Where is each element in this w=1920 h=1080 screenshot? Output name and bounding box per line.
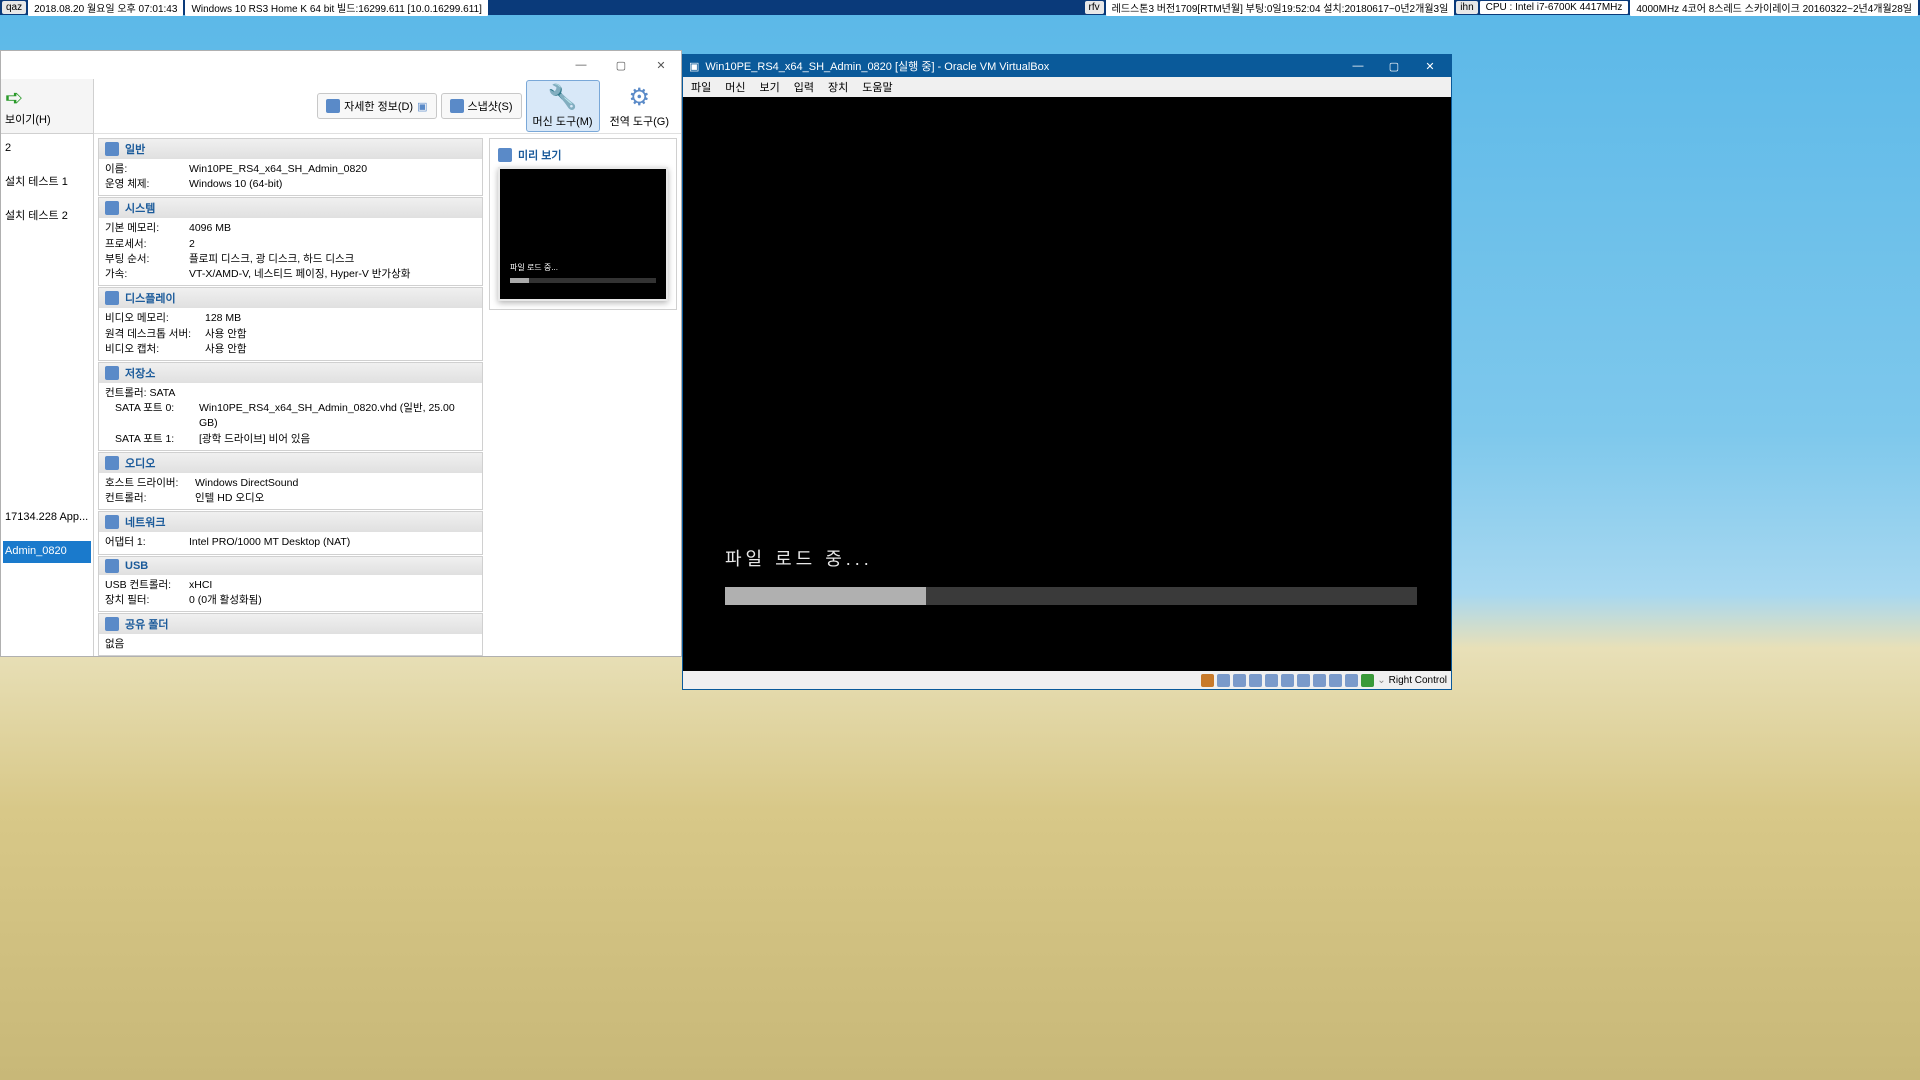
maximize-button[interactable]: ▢: [607, 55, 635, 75]
boot-loading-text: 파일 로드 중...: [725, 545, 873, 571]
sidebar-item[interactable]: 2: [3, 138, 91, 160]
tag-qaz: qaz: [2, 1, 26, 14]
tag-rfv: rfv: [1085, 1, 1104, 14]
status-network-icon[interactable]: [1249, 674, 1262, 687]
vm-guest-screen[interactable]: 파일 로드 중...: [683, 97, 1451, 671]
arrow-icon: ➪: [5, 85, 89, 111]
sliders-icon: ⚙: [629, 83, 651, 112]
section-usb: USB USB 컨트롤러:xHCI 장치 필터:0 (0개 활성화됨): [98, 556, 483, 612]
preview-thumbnail[interactable]: 파일 로드 중...: [498, 167, 668, 301]
vm-running-window: ▣ Win10PE_RS4_x64_SH_Admin_0820 [실행 중] -…: [682, 54, 1452, 690]
status-display-icon[interactable]: [1297, 674, 1310, 687]
uptime-box: 레드스톤3 버전1709[RTM년월] 부팅:0일19:52:04 설치:201…: [1106, 0, 1455, 16]
menu-input[interactable]: 입력: [794, 79, 814, 95]
wrench-icon: 🔧: [548, 83, 578, 112]
section-storage: 저장소 컨트롤러: SATA SATA 포트 0:Win10PE_RS4_x64…: [98, 362, 483, 451]
status-audio-icon[interactable]: [1233, 674, 1246, 687]
display-icon: [105, 291, 119, 305]
general-icon: [105, 142, 119, 156]
close-button[interactable]: ✕: [647, 55, 675, 75]
desktop-info-bar: qaz 2018.08.20 월요일 오후 07:01:43 Windows 1…: [0, 0, 1920, 15]
vbm-toolbar: 자세한 정보(D)▣ 스냅샷(S) 🔧머신 도구(M) ⚙전역 도구(G): [94, 79, 681, 134]
status-hdd-icon[interactable]: [1201, 674, 1214, 687]
menu-devices[interactable]: 장치: [828, 79, 848, 95]
vm-menubar: 파일 머신 보기 입력 장치 도움말: [683, 77, 1451, 97]
detail-info-button[interactable]: 자세한 정보(D)▣: [317, 93, 436, 119]
vm-title-text: Win10PE_RS4_x64_SH_Admin_0820 [실행 중] - O…: [705, 58, 1049, 74]
menu-machine[interactable]: 머신: [725, 79, 745, 95]
os-box: Windows 10 RS3 Home K 64 bit 빌드:16299.61…: [185, 0, 487, 16]
status-usb-icon[interactable]: [1265, 674, 1278, 687]
minimize-button[interactable]: —: [567, 55, 595, 75]
section-display: 디스플레이 비디오 메모리:128 MB 원격 데스크톱 서버:사용 안함 비디…: [98, 287, 483, 361]
info-icon: [326, 99, 340, 113]
cpu-detail-box: 4000MHz 4코어 8스레드 스카이레이크 20160322~2년4개월28…: [1630, 0, 1918, 16]
menu-view[interactable]: 보기: [760, 79, 780, 95]
cpu-box: CPU : Intel i7-6700K 4417MHz: [1480, 1, 1629, 14]
camera-icon: [450, 99, 464, 113]
status-optical-icon[interactable]: [1217, 674, 1230, 687]
storage-icon: [105, 366, 119, 380]
vm-minimize-button[interactable]: —: [1343, 60, 1373, 72]
status-shared-icon[interactable]: [1281, 674, 1294, 687]
chip-icon: [105, 201, 119, 215]
usb-icon: [105, 559, 119, 573]
vm-statusbar: ⌄ Right Control: [683, 671, 1451, 689]
vm-sidebar: ➪ 보이기(H) 2 설치 테스트 1 설치 테스트 2 17134.228 A…: [1, 79, 94, 656]
section-system: 시스템 기본 메모리:4096 MB 프로세서:2 부팅 순서:플로피 디스크,…: [98, 197, 483, 286]
machine-tools-button[interactable]: 🔧머신 도구(M): [526, 80, 600, 132]
host-key-label: Right Control: [1389, 675, 1447, 686]
status-cpu-icon[interactable]: [1329, 674, 1342, 687]
boot-progress-fill: [725, 587, 926, 605]
section-shared-folders: 공유 폴더 없음: [98, 613, 483, 656]
sidebar-item[interactable]: 설치 테스트 2: [3, 206, 91, 228]
menu-file[interactable]: 파일: [691, 79, 711, 95]
status-recording-icon[interactable]: [1313, 674, 1326, 687]
folder-icon: [105, 617, 119, 631]
section-general: 일반 이름:Win10PE_RS4_x64_SH_Admin_0820 운영 체…: [98, 138, 483, 196]
show-menu[interactable]: ➪ 보이기(H): [1, 79, 93, 134]
status-keyboard-icon[interactable]: [1361, 674, 1374, 687]
global-tools-button[interactable]: ⚙전역 도구(G): [604, 81, 675, 131]
network-icon: [105, 515, 119, 529]
vm-titlebar[interactable]: ▣ Win10PE_RS4_x64_SH_Admin_0820 [실행 중] -…: [683, 55, 1451, 77]
sidebar-item[interactable]: 17134.228 App...: [3, 507, 91, 529]
sidebar-item-selected[interactable]: Admin_0820: [3, 541, 91, 563]
section-audio: 오디오 호스트 드라이버:Windows DirectSound 컨트롤러:인텔…: [98, 452, 483, 510]
tag-ihn: ihn: [1456, 1, 1477, 14]
virtualbox-manager-window: — ▢ ✕ ➪ 보이기(H) 2 설치 테스트 1 설치 테스트 2 17134…: [0, 50, 682, 657]
vbm-titlebar[interactable]: — ▢ ✕: [1, 51, 681, 79]
boot-progress-bar: [725, 587, 1417, 605]
clock-box: 2018.08.20 월요일 오후 07:01:43: [28, 0, 183, 16]
audio-icon: [105, 456, 119, 470]
menu-help[interactable]: 도움말: [862, 79, 892, 95]
preview-icon: [498, 148, 512, 162]
status-mouse-icon[interactable]: [1345, 674, 1358, 687]
vm-close-button[interactable]: ✕: [1415, 60, 1445, 73]
vbox-icon: ▣: [689, 60, 699, 73]
snapshot-button[interactable]: 스냅샷(S): [441, 93, 522, 119]
vm-maximize-button[interactable]: ▢: [1379, 60, 1409, 73]
preview-panel: 미리 보기 파일 로드 중...: [489, 138, 677, 310]
sidebar-item[interactable]: 설치 테스트 1: [3, 172, 91, 194]
section-network: 네트워크 어댑터 1:Intel PRO/1000 MT Desktop (NA…: [98, 511, 483, 554]
